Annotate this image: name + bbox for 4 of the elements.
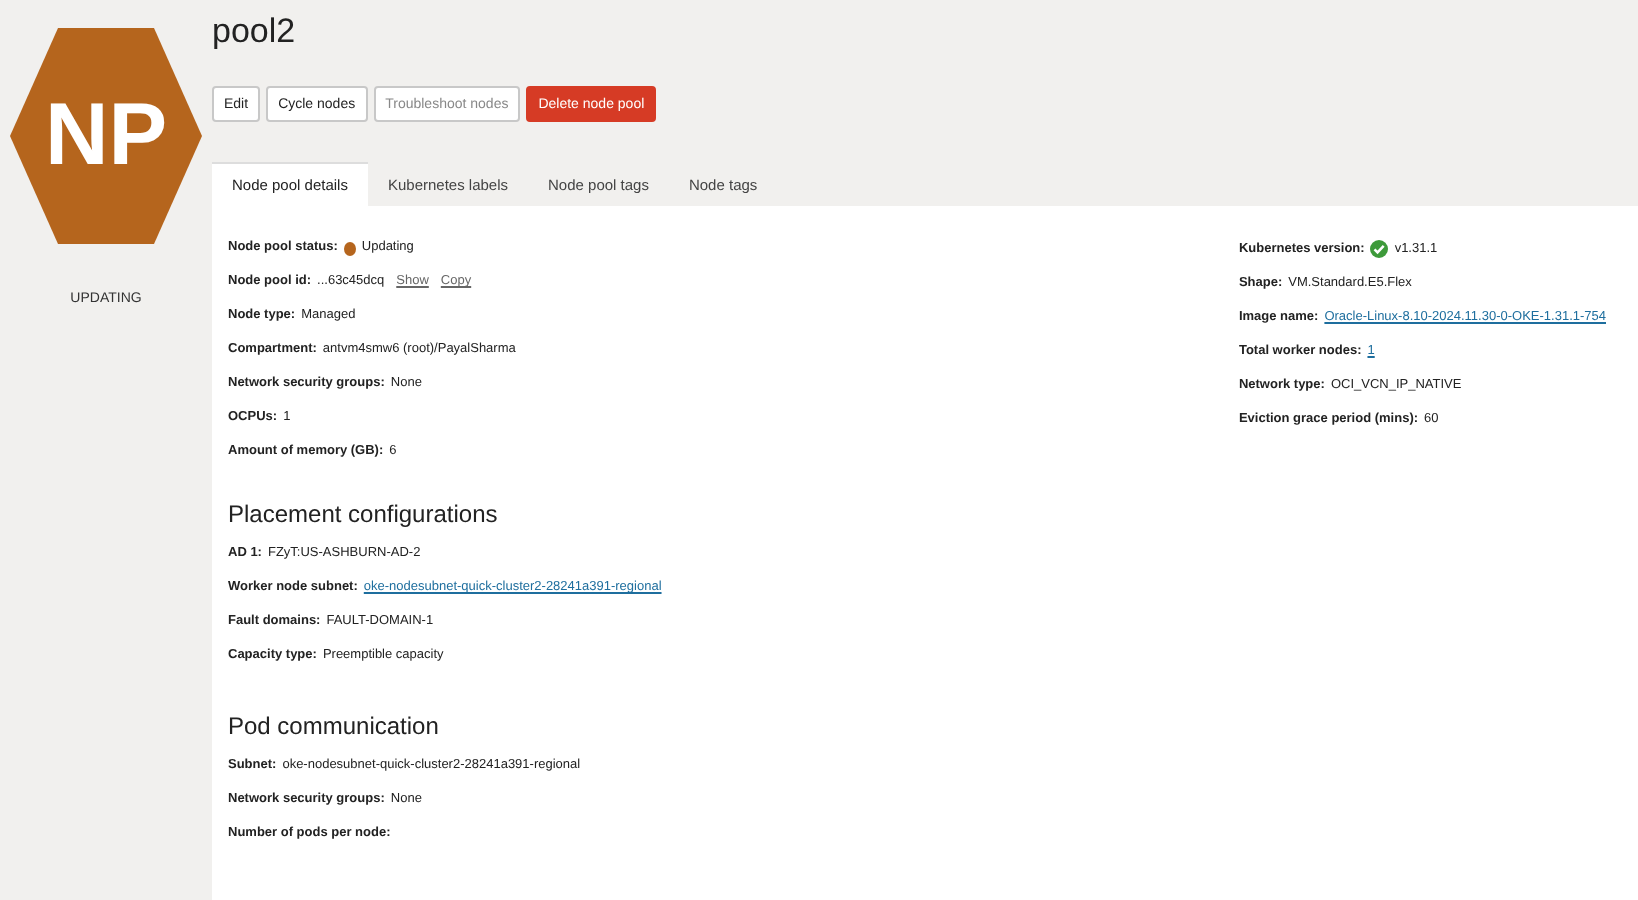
section-heading: Pod communication [228,712,439,740]
check-icon [1370,240,1389,258]
section-heading: Placement configurations [228,500,498,528]
page-title: pool2 [212,12,296,52]
